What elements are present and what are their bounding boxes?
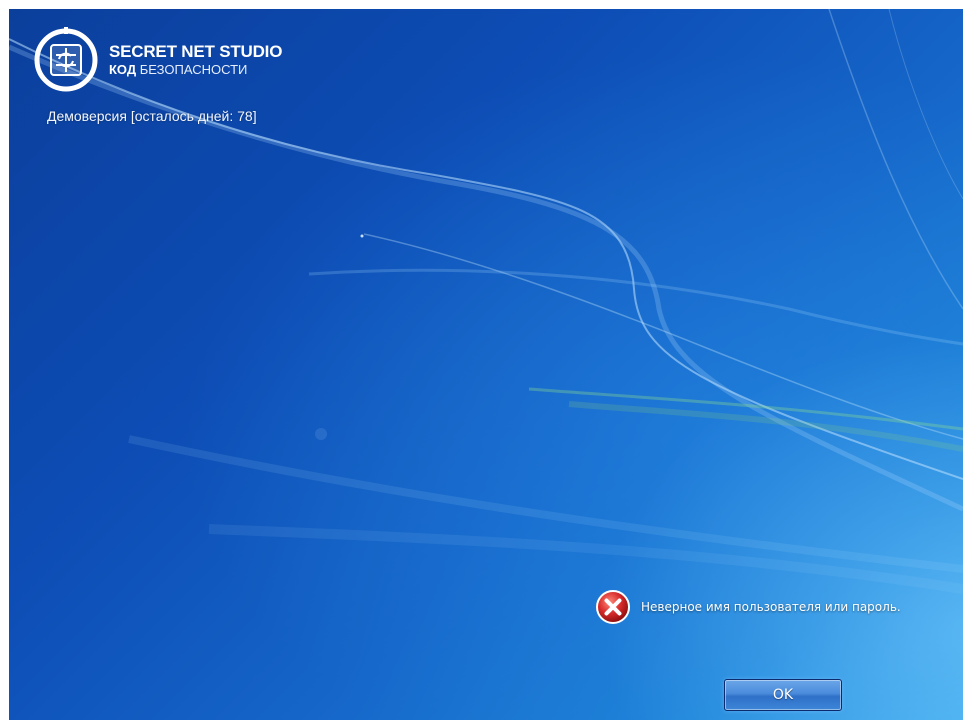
brand-block: SECRET NET STUDIO КОД БЕЗОПАСНОСТИ <box>33 27 282 93</box>
brand-subtitle-bold: КОД <box>109 62 137 77</box>
error-message: Неверное имя пользователя или пароль. <box>595 589 901 625</box>
brand-subtitle: КОД БЕЗОПАСНОСТИ <box>109 62 282 78</box>
brand-subtitle-rest: БЕЗОПАСНОСТИ <box>139 62 248 77</box>
demo-notice: Демоверсия [осталось дней: 78] <box>47 108 257 124</box>
ok-button[interactable]: OK <box>724 679 842 711</box>
secret-net-logo-icon <box>34 27 98 92</box>
brand-title: SECRET NET STUDIO <box>109 42 283 61</box>
error-icon <box>596 590 630 624</box>
error-message-text: Неверное имя пользователя или пароль. <box>641 600 901 614</box>
logon-screen: SECRET NET STUDIO КОД БЕЗОПАСНОСТИ Демов… <box>9 9 963 720</box>
